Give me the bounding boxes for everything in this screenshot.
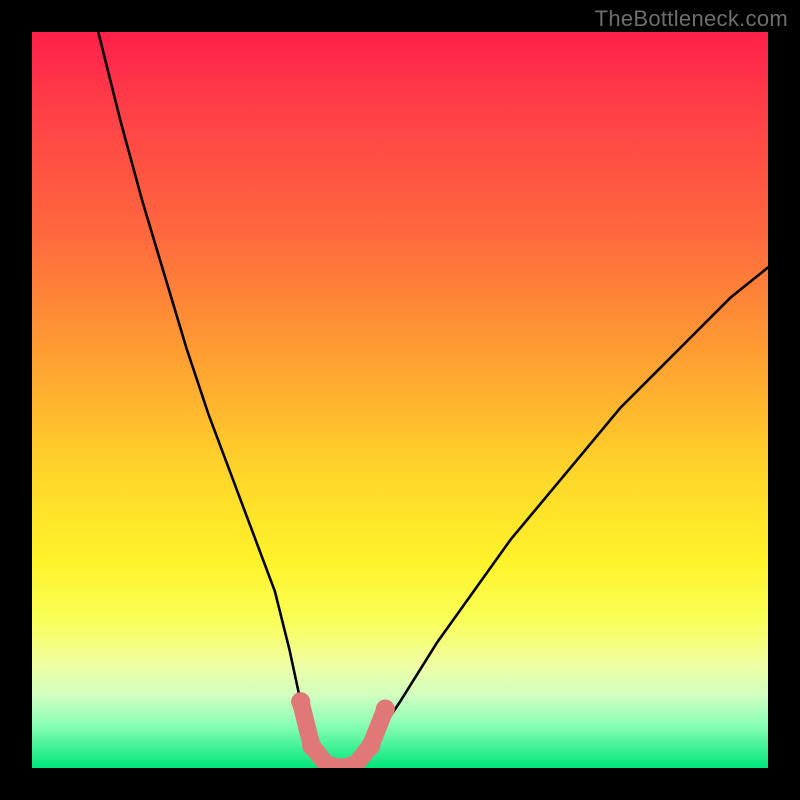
marker-dot bbox=[291, 692, 310, 711]
watermark-text: TheBottleneck.com bbox=[595, 6, 788, 32]
highlight-band bbox=[301, 702, 386, 768]
bottleneck-curve bbox=[98, 32, 768, 768]
marker-dot bbox=[376, 700, 395, 719]
marker-dot bbox=[302, 736, 321, 755]
plot-area bbox=[32, 32, 768, 768]
marker-dot bbox=[361, 736, 380, 755]
chart-stage: TheBottleneck.com bbox=[0, 0, 800, 800]
curve-layer bbox=[32, 32, 768, 768]
